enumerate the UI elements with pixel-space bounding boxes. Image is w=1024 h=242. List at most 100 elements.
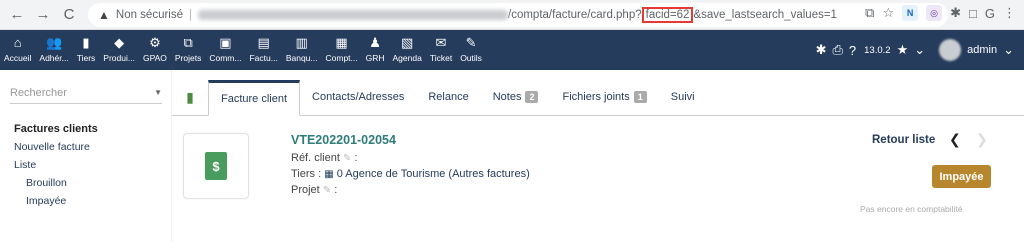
company-icon: ▦ (324, 169, 334, 180)
bug-icon[interactable]: ✱ (816, 42, 827, 58)
url-path: /compta/facture/card.php? (508, 9, 642, 21)
user-name[interactable]: admin (967, 44, 997, 56)
edit-pencil-icon[interactable]: ✎ (323, 185, 331, 196)
menu-banques[interactable]: ▥ Banqu... (282, 30, 322, 70)
tab-suivi[interactable]: Suivi (659, 79, 707, 115)
project-label: Projet (291, 184, 320, 196)
menu-label: Ticket (429, 53, 453, 63)
accounting-icon: ▦ (335, 35, 348, 50)
invoice-icon: ▤ (257, 35, 270, 50)
user-icon: ♟ (369, 35, 381, 50)
menu-label: Produi... (103, 53, 135, 63)
menu-projets[interactable]: ⧉ Projets (171, 30, 205, 70)
menu-commercial[interactable]: ▣ Comm... (205, 30, 245, 70)
sidebar-item-list[interactable]: Liste (14, 159, 98, 171)
tab-label: Contacts/Adresses (312, 91, 405, 103)
url-param-highlight: facid=62 (641, 7, 694, 23)
left-sidebar: Rechercher ▼ Factures clients Nouvelle f… (0, 70, 172, 242)
back-icon[interactable]: ← (6, 4, 28, 26)
profile-icon[interactable]: G (985, 6, 995, 21)
files-count-badge: 1 (633, 91, 647, 103)
invoice-thumbnail: $ (183, 133, 249, 199)
address-bar[interactable]: ▲ Non sécurisé | /compta/facture/card.ph… (88, 3, 948, 27)
help-icon[interactable]: ? (849, 43, 856, 58)
menu-label: Outils (460, 53, 482, 63)
ref-client-field: Réf. client ✎ : (291, 152, 358, 164)
tab-label: Relance (428, 91, 469, 103)
ref-client-label: Réf. client (291, 152, 340, 164)
menu-label: Projets (174, 53, 202, 63)
user-caret-icon[interactable]: ⌄ (1003, 42, 1014, 58)
tab-contacts[interactable]: Contacts/Adresses (300, 79, 416, 115)
tab-fichiers-joints[interactable]: Fichiers joints 1 (550, 79, 658, 115)
menu-comptabilite[interactable]: ▦ Compt... (322, 30, 362, 70)
url-path-tail: &save_lastsearch_values=1 (693, 9, 837, 21)
avatar[interactable] (939, 39, 962, 61)
project-icon: ⧉ (183, 35, 193, 50)
menu-label: Agenda (392, 53, 422, 63)
share-icon[interactable]: ⧉ (865, 5, 874, 21)
menu-gpao[interactable]: ⚙ GPAO (139, 30, 171, 70)
ref-client-colon: : (351, 152, 358, 164)
bookmark-icon[interactable]: ★ (897, 42, 909, 58)
bookmark-caret-icon[interactable]: ⌄ (914, 42, 925, 58)
home-icon: ⌂ (13, 35, 22, 50)
extensions-puzzle-icon[interactable]: ✱ (950, 5, 961, 21)
accounting-status-note: Pas encore en comptabilité (860, 204, 963, 214)
reload-icon[interactable]: C (58, 4, 80, 26)
menu-label: Accueil (4, 53, 32, 63)
menu-accueil[interactable]: ⌂ Accueil (0, 30, 35, 70)
menu-produits[interactable]: ◆ Produi... (99, 30, 139, 70)
tiers-link[interactable]: 0 Agence de Tourisme (Autres factures) (337, 168, 530, 180)
menu-label: Comm... (209, 53, 242, 63)
print-icon[interactable]: ⎙ (833, 42, 843, 58)
sidepanel-icon[interactable]: □ (969, 6, 977, 21)
project-colon: : (331, 184, 338, 196)
notes-count-badge: 2 (525, 91, 539, 103)
product-icon: ◆ (114, 35, 125, 50)
tiers-label: Tiers : (291, 168, 325, 180)
bookmark-star-icon[interactable]: ☆ (882, 5, 894, 21)
extension-record-icon[interactable]: ◎ (926, 5, 943, 21)
menu-grh[interactable]: ♟ GRH (362, 30, 389, 70)
sidebar-menu: Factures clients Nouvelle facture Liste … (14, 123, 98, 213)
card-tabs: ▮ Facture client Contacts/Adresses Relan… (172, 79, 1024, 116)
version-label: 13.0.2 (864, 44, 891, 56)
sidebar-item-unpaid[interactable]: Impayée (14, 195, 98, 207)
previous-record-icon[interactable]: ❮ (949, 131, 961, 148)
menu-tiers[interactable]: ▮ Tiers (73, 30, 100, 70)
chevron-down-icon[interactable]: ▼ (154, 88, 162, 97)
menu-agenda[interactable]: ▧ Agenda (389, 30, 426, 70)
sidebar-item-new-invoice[interactable]: Nouvelle facture (14, 141, 98, 153)
invoice-ref: VTE202201-02054 (291, 133, 396, 147)
menu-outils[interactable]: ✎ Outils (456, 30, 486, 70)
extension-n-icon[interactable]: N (902, 5, 919, 21)
browser-toolbar: ← → C ▲ Non sécurisé | /compta/facture/c… (0, 0, 1024, 30)
back-to-list-link[interactable]: Retour liste (872, 134, 935, 146)
menu-facturation[interactable]: ▤ Factu... (245, 30, 281, 70)
not-secure-label[interactable]: Non sécurisé (116, 9, 183, 21)
menu-adherents[interactable]: 👥 Adhér... (35, 30, 72, 70)
search-select[interactable]: Rechercher ▼ (10, 82, 162, 104)
gear-icon: ⚙ (149, 35, 161, 50)
building-icon: ▮ (82, 35, 90, 50)
tab-notes[interactable]: Notes 2 (481, 79, 551, 115)
tab-facture-client[interactable]: Facture client (208, 80, 301, 116)
menu-label: Adhér... (39, 53, 69, 63)
tab-label: Facture client (221, 93, 288, 105)
warning-icon[interactable]: ▲ (98, 8, 110, 22)
forward-icon[interactable]: → (32, 4, 54, 26)
invoice-tab-icon: ▮ (186, 88, 194, 105)
url-host-redacted (198, 10, 509, 20)
search-placeholder: Rechercher (10, 86, 67, 99)
wrench-icon: ✎ (465, 35, 477, 50)
sidebar-section-title[interactable]: Factures clients (14, 123, 98, 135)
sidebar-item-draft[interactable]: Brouillon (14, 177, 98, 189)
tab-relance[interactable]: Relance (416, 79, 480, 115)
bank-icon: ▥ (295, 35, 308, 50)
browser-menu-icon[interactable]: ⋮ (1003, 5, 1016, 21)
browser-extensions: ⧉ ☆ N ◎ ✱ □ G ⋮ (865, 5, 1016, 21)
menu-label: GPAO (142, 53, 167, 63)
menu-ticket[interactable]: ✉ Ticket (426, 30, 456, 70)
next-record-icon: ❯ (976, 131, 988, 147)
